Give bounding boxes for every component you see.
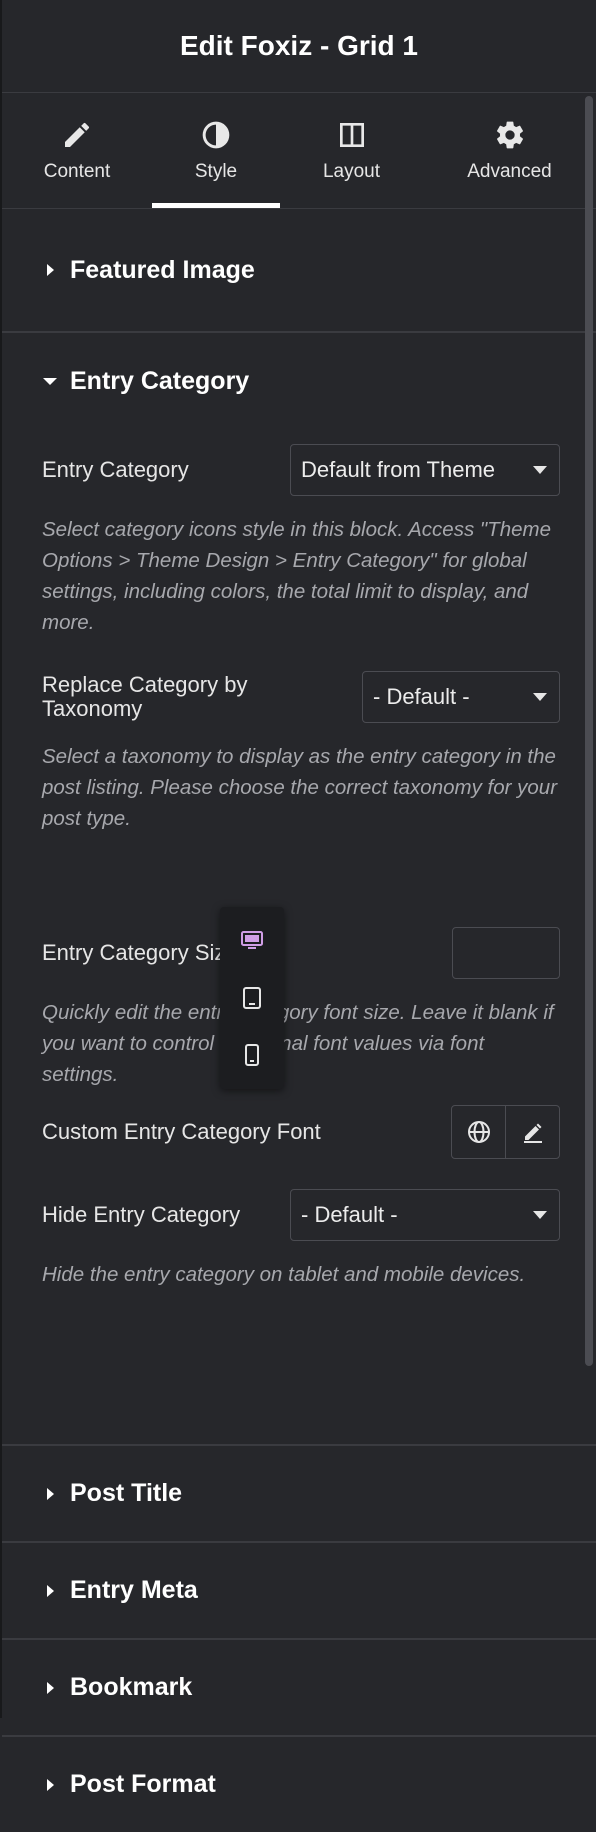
field-hide-category: Hide Entry Category - Default - (42, 1189, 560, 1241)
section-entry-category-toggle[interactable]: Entry Category (2, 333, 596, 429)
section-title: Featured Image (70, 255, 255, 284)
caret-right-icon (44, 1681, 56, 1694)
replace-taxonomy-select[interactable]: - Default - (362, 671, 560, 723)
field-category-size: Entry Category Size (42, 927, 560, 979)
contrast-icon (202, 121, 230, 148)
section-entry-meta-toggle[interactable]: Entry Meta (2, 1543, 596, 1638)
columns-icon (339, 122, 364, 147)
edit-font-button[interactable] (505, 1106, 559, 1158)
field-label: Entry Category Size (42, 940, 238, 965)
section-featured-image: Featured Image (2, 209, 596, 333)
responsive-device-popup (220, 907, 284, 1089)
field-description: Select a taxonomy to display as the entr… (42, 745, 558, 830)
field-label: Entry Category (42, 457, 189, 482)
section-title: Post Format (70, 1770, 216, 1798)
field-label: Custom Entry Category Font (42, 1119, 321, 1144)
device-mobile-button[interactable] (232, 1035, 272, 1075)
device-tablet-button[interactable] (232, 978, 272, 1018)
chevron-down-icon (533, 1211, 547, 1219)
field-label: Hide Entry Category (42, 1202, 241, 1227)
pencil-icon (523, 1123, 542, 1143)
globe-icon (467, 1121, 490, 1143)
section-entry-category: Entry Category Entry Category Default fr… (2, 333, 596, 1446)
tab-content-label: Content (43, 160, 111, 182)
caret-down-icon (43, 375, 57, 387)
hide-category-select[interactable]: - Default - (290, 1189, 560, 1241)
field-description: Hide the entry category on tablet and mo… (42, 1263, 526, 1286)
section-title: Entry Meta (70, 1576, 198, 1604)
section-post-title-toggle[interactable]: Post Title (2, 1446, 596, 1541)
tab-advanced[interactable]: Advanced (423, 93, 596, 208)
entry-category-select[interactable]: Default from Theme (290, 444, 560, 496)
mobile-icon (245, 1043, 259, 1066)
section-bookmark-toggle[interactable]: Bookmark (2, 1640, 596, 1735)
pencil-icon (65, 122, 90, 147)
section-entry-category-body: Entry Category Default from Theme Select… (2, 429, 596, 1444)
caret-right-icon (44, 264, 56, 276)
field-custom-font: Custom Entry Category Font (42, 1105, 560, 1159)
device-desktop-button[interactable] (232, 921, 272, 961)
field-label: Replace Category by Taxonomy (42, 672, 248, 721)
tab-content[interactable]: Content (2, 93, 152, 208)
section-bookmark: Bookmark (2, 1640, 596, 1737)
tab-layout-label: Layout (322, 160, 381, 182)
tab-style-label: Style (194, 160, 238, 182)
category-size-input[interactable] (452, 927, 560, 979)
section-post-format: Post Format (2, 1737, 596, 1832)
select-value: Default from Theme (301, 457, 496, 482)
gear-icon (496, 121, 523, 148)
global-font-button[interactable] (452, 1106, 505, 1158)
section-featured-image-toggle[interactable]: Featured Image (2, 209, 596, 331)
editor-panel: Edit Foxiz - Grid 1 Content Style Layout… (0, 0, 596, 1798)
section-title: Bookmark (70, 1673, 193, 1701)
section-title: Post Title (70, 1479, 183, 1507)
chevron-down-icon (533, 466, 547, 474)
caret-right-icon (44, 1778, 56, 1791)
caret-right-icon (44, 1487, 56, 1500)
tab-style[interactable]: Style (152, 93, 280, 208)
caret-right-icon (44, 1584, 56, 1597)
chevron-down-icon (533, 693, 547, 701)
scrollbar[interactable] (585, 96, 593, 1366)
desktop-icon (241, 931, 263, 950)
tab-advanced-label: Advanced (467, 160, 552, 182)
select-value: - Default - (301, 1202, 398, 1227)
field-description: Quickly edit the entry category font siz… (42, 1001, 554, 1086)
field-entry-category: Entry Category Default from Theme (42, 444, 560, 496)
section-post-title: Post Title (2, 1446, 596, 1543)
section-entry-meta: Entry Meta (2, 1543, 596, 1640)
panel-header: Edit Foxiz - Grid 1 (2, 0, 596, 93)
tab-bar: Content Style Layout Advanced (2, 93, 596, 209)
tab-layout[interactable]: Layout (280, 93, 423, 208)
custom-font-controls (451, 1105, 560, 1159)
field-replace-taxonomy: Replace Category by Taxonomy - Default - (42, 671, 560, 723)
section-post-format-toggle[interactable]: Post Format (2, 1737, 596, 1832)
section-title: Entry Category (70, 366, 250, 395)
select-value: - Default - (373, 684, 470, 709)
panel-title: Edit Foxiz - Grid 1 (179, 30, 418, 61)
tablet-icon (243, 986, 261, 1009)
field-description: Select category icons style in this bloc… (42, 518, 551, 634)
